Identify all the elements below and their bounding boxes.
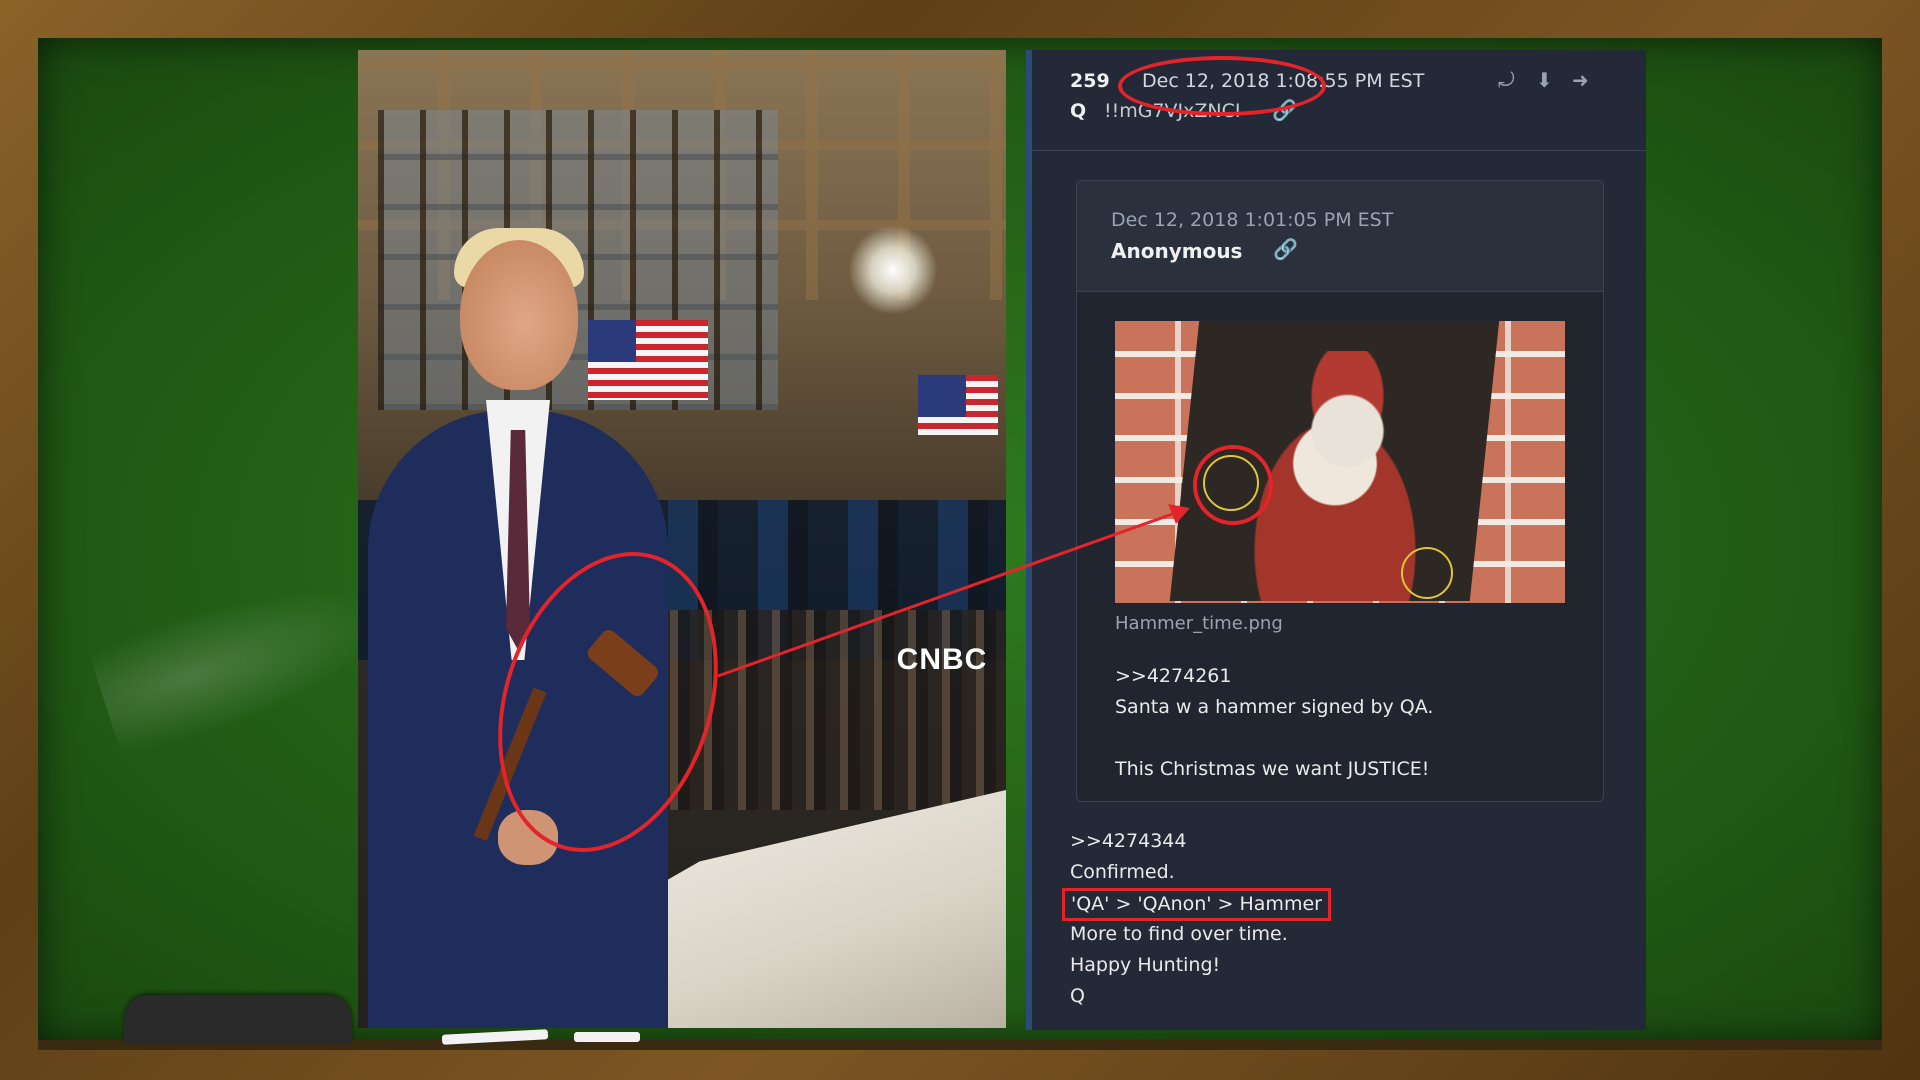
reply-body: >>4274344 Confirmed. 'QA' > 'QAnon' > Ha… [1062, 826, 1331, 1012]
reply-signature: Q [1070, 985, 1085, 1007]
signature-yellow-circle [1401, 547, 1453, 599]
head [460, 240, 578, 390]
reply-line: Happy Hunting! [1070, 954, 1221, 976]
us-flag [588, 320, 708, 400]
photo-panel: CNBC [358, 50, 1006, 1028]
stage-light [848, 225, 938, 315]
quoted-post-body: >>4274261 Santa w a hammer signed by QA.… [1115, 661, 1433, 785]
quoted-post-author: Anonymous [1111, 239, 1243, 263]
body-line-blank [1115, 723, 1433, 754]
post-header: 259 Dec 12, 2018 1:08:55 PM EST Q !!mG7V… [1032, 50, 1646, 151]
reply-line: More to find over time. [1070, 923, 1288, 945]
chalk-stick [574, 1032, 640, 1042]
download-icon[interactable]: ⬇ [1536, 68, 1553, 92]
reply-arrow-icon[interactable]: ➜ [1572, 68, 1589, 92]
quoted-post-header: Dec 12, 2018 1:01:05 PM EST Anonymous 🔗 [1077, 181, 1603, 292]
santa-painting-image[interactable] [1115, 321, 1565, 603]
imageboard-post: 259 Dec 12, 2018 1:08:55 PM EST Q !!mG7V… [1026, 50, 1646, 1030]
link-icon[interactable]: 🔗 [1273, 237, 1298, 261]
date-highlight-circle [1118, 56, 1326, 116]
body-line: Santa w a hammer signed by QA. [1115, 696, 1434, 718]
quoted-post-date: Dec 12, 2018 1:01:05 PM EST [1111, 209, 1394, 231]
reply-line: Confirmed. [1070, 861, 1175, 883]
chalkboard-eraser [124, 995, 352, 1043]
us-flag-small [918, 375, 998, 435]
quoted-post: Dec 12, 2018 1:01:05 PM EST Anonymous 🔗 … [1076, 180, 1604, 802]
quote-link[interactable]: >>4274344 [1070, 826, 1331, 857]
quote-link[interactable]: >>4274261 [1115, 661, 1433, 692]
highlighted-reply-line: 'QA' > 'QAnon' > Hammer [1062, 888, 1331, 921]
share-icon[interactable]: ⤾ [1498, 68, 1515, 92]
hammer-yellow-circle [1203, 455, 1259, 511]
highlighted-line-wrap: 'QA' > 'QAnon' > Hammer [1062, 888, 1331, 921]
cnbc-logo: CNBC [896, 643, 988, 676]
post-author: Q [1070, 100, 1087, 122]
post-number[interactable]: 259 [1070, 70, 1110, 92]
body-line: This Christmas we want JUSTICE! [1115, 758, 1430, 780]
image-filename[interactable]: Hammer_time.png [1115, 613, 1283, 634]
